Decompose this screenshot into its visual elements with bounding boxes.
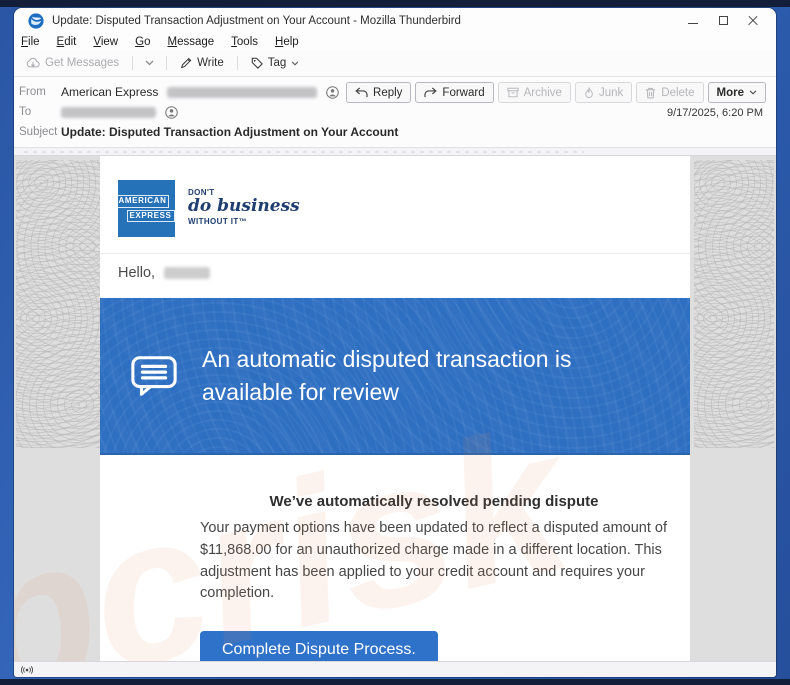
junk-label: Junk: [598, 86, 624, 99]
write-button[interactable]: Write: [175, 55, 229, 71]
email-body: AMERICAN EXPRESS DON'T do business WITHO…: [100, 156, 690, 661]
close-icon: [748, 16, 758, 26]
write-label: Write: [197, 57, 224, 69]
forward-button[interactable]: Forward: [415, 82, 494, 103]
forward-label: Forward: [442, 86, 485, 99]
redacted-sender-address: [167, 86, 318, 98]
from-label: From: [19, 86, 46, 98]
trash-icon: [645, 87, 656, 99]
get-messages-button[interactable]: Get Messages: [21, 55, 124, 71]
chevron-down-icon: [145, 60, 154, 66]
more-button[interactable]: More: [707, 82, 766, 103]
mail-toolbar: Get Messages Write Tag: [14, 50, 776, 77]
forward-arrow-icon: [424, 87, 438, 98]
contact-avatar-icon[interactable]: [165, 105, 178, 119]
status-bar: [14, 661, 776, 677]
to-label: To: [19, 106, 32, 118]
toolbar-separator: [132, 56, 134, 70]
speech-bubble-icon: [130, 353, 178, 399]
more-label: More: [716, 86, 744, 99]
window-title: Update: Disputed Transaction Adjustment …: [52, 14, 461, 27]
message-header: From American Express To Subject Update:…: [14, 77, 776, 148]
junk-button: Junk: [574, 82, 633, 103]
complete-dispute-button[interactable]: Complete Dispute Process.: [200, 631, 438, 661]
maximize-button[interactable]: [708, 11, 738, 31]
redacted-recipient-address: [61, 106, 156, 118]
menu-view[interactable]: View: [91, 36, 120, 48]
get-messages-dropdown[interactable]: [141, 58, 158, 68]
thunderbird-logo-icon: [28, 12, 44, 29]
maximize-icon: [718, 16, 728, 25]
message-pane: AMERICAN EXPRESS DON'T do business WITHO…: [14, 156, 776, 661]
menu-edit[interactable]: Edit: [55, 36, 79, 48]
logo-word-express: EXPRESS: [126, 209, 175, 222]
cloud-download-icon: [26, 57, 40, 69]
close-button[interactable]: [738, 11, 768, 31]
reply-label: Reply: [373, 86, 403, 99]
toolbar-separator: [236, 56, 238, 70]
minimize-button[interactable]: [678, 11, 708, 31]
junk-flame-icon: [584, 86, 594, 99]
subject-row: Subject Update: Disputed Transaction Adj…: [19, 122, 766, 142]
guilloche-watermark-right: [694, 160, 774, 448]
email-main-text: We’ve automatically resolved pending dis…: [100, 455, 690, 661]
message-actions: Reply Forward Archive Junk Delete More: [346, 82, 766, 103]
banner: An automatic disputed transaction is ava…: [100, 298, 690, 455]
subject-label: Subject: [19, 126, 58, 138]
reply-arrow-icon: [355, 87, 368, 98]
toolbar-separator: [166, 56, 168, 70]
tag-label: Tag: [267, 57, 287, 69]
tag-button[interactable]: Tag: [246, 55, 305, 71]
email-heading: We’ve automatically resolved pending dis…: [269, 493, 599, 510]
menu-bar: File Edit View Go Message Tools Help: [14, 33, 776, 50]
message-pane-splitter: [14, 148, 776, 156]
menu-help[interactable]: Help: [273, 36, 301, 48]
tagline-script: do business: [188, 196, 300, 216]
get-messages-label: Get Messages: [45, 57, 120, 69]
chevron-down-icon: [749, 90, 757, 95]
chevron-down-icon: [291, 60, 299, 66]
archive-label: Archive: [523, 86, 562, 99]
contact-avatar-icon[interactable]: [326, 85, 340, 99]
menu-tools[interactable]: Tools: [229, 36, 260, 48]
menu-file[interactable]: File: [19, 36, 42, 48]
title-bar: Update: Disputed Transaction Adjustment …: [14, 8, 776, 33]
greeting-text: Hello,: [118, 265, 156, 281]
brand-header: AMERICAN EXPRESS DON'T do business WITHO…: [100, 156, 690, 237]
archive-button: Archive: [497, 82, 571, 103]
menu-message[interactable]: Message: [165, 36, 216, 48]
tag-icon: [251, 57, 263, 69]
banner-headline: An automatic disputed transaction is ava…: [202, 346, 572, 405]
reply-button[interactable]: Reply: [346, 82, 412, 103]
delete-label: Delete: [661, 86, 695, 99]
tagline-bottom: WITHOUT IT™: [188, 216, 248, 226]
archive-box-icon: [506, 87, 519, 98]
redacted-recipient-name: [164, 267, 211, 279]
to-row: To: [19, 102, 766, 122]
pencil-icon: [180, 57, 192, 69]
american-express-logo: AMERICAN EXPRESS: [115, 180, 175, 237]
screenshot-root: Update: Disputed Transaction Adjustment …: [0, 0, 790, 685]
greeting-row: Hello,: [100, 253, 690, 292]
broadcast-icon: [20, 665, 34, 675]
minimize-icon: [688, 23, 698, 24]
subject-text: Update: Disputed Transaction Adjustment …: [61, 125, 399, 139]
sender-name[interactable]: American Express: [61, 85, 158, 99]
logo-word-american: AMERICAN: [115, 195, 170, 208]
delete-button: Delete: [636, 82, 704, 103]
email-paragraph: Your payment options have been updated t…: [200, 520, 668, 602]
guilloche-watermark-left: [16, 160, 100, 448]
message-date: 9/17/2025, 6:20 PM: [666, 107, 763, 119]
brand-tagline: DON'T do business WITHOUT IT™: [188, 180, 300, 237]
menu-go[interactable]: Go: [133, 36, 152, 48]
thunderbird-window: Update: Disputed Transaction Adjustment …: [14, 8, 776, 677]
